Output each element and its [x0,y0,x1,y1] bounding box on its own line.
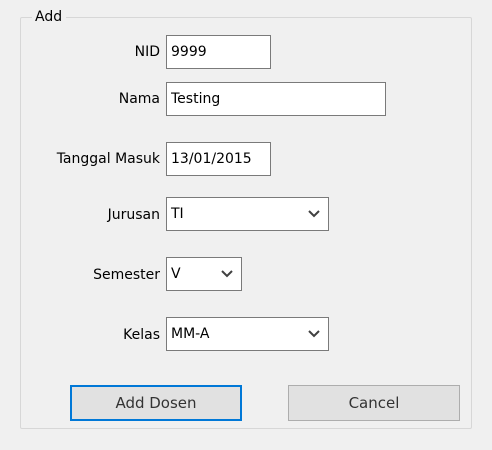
nid-input[interactable] [166,35,271,69]
chevron-down-icon [308,330,320,338]
chevron-down-icon [221,270,233,278]
jurusan-selected-value: TI [171,206,184,222]
semester-selected-value: V [171,266,181,282]
semester-dropdown[interactable]: V [166,257,242,291]
jurusan-label: Jurusan [107,207,160,223]
chevron-down-icon [308,210,320,218]
cancel-button[interactable]: Cancel [288,385,460,421]
add-dosen-button[interactable]: Add Dosen [70,385,242,421]
kelas-label: Kelas [123,327,160,343]
nama-label: Nama [118,91,160,107]
jurusan-dropdown[interactable]: TI [166,197,329,231]
tanggal-masuk-input[interactable] [166,142,271,176]
tanggal-masuk-label: Tanggal Masuk [56,151,160,167]
semester-label: Semester [93,267,160,283]
nama-input[interactable] [166,82,386,116]
nid-label: NID [134,44,160,60]
group-title: Add [32,9,67,25]
kelas-dropdown[interactable]: MM-A [166,317,329,351]
kelas-selected-value: MM-A [171,326,210,342]
